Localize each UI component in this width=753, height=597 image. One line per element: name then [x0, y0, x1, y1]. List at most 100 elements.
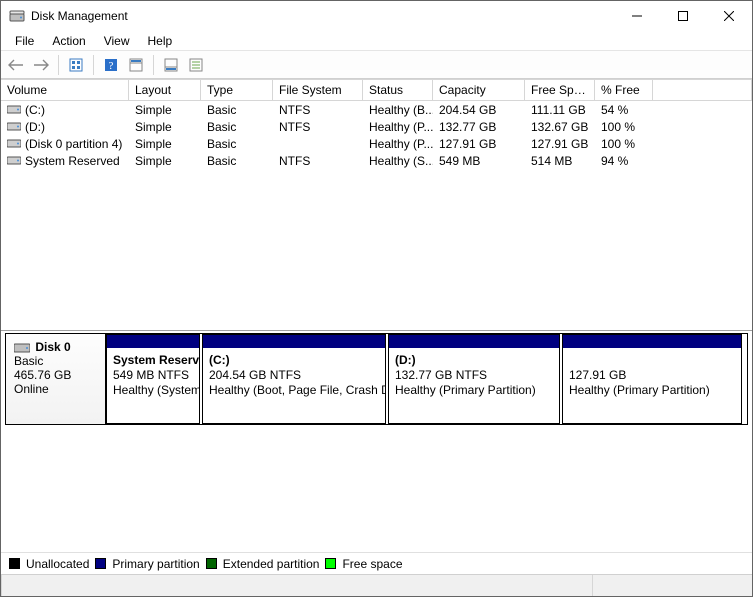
drive-icon — [7, 104, 21, 115]
maximize-button[interactable] — [660, 1, 706, 31]
volume-name: (D:) — [25, 120, 45, 134]
disk-status: Online — [14, 382, 97, 396]
volume-type: Basic — [201, 103, 273, 117]
title-bar: Disk Management — [1, 1, 752, 31]
col-pctfree[interactable]: % Free — [595, 79, 653, 100]
toolbar-separator — [58, 55, 59, 75]
menu-file[interactable]: File — [7, 32, 42, 50]
toolbar: ? — [1, 51, 752, 79]
drive-icon — [7, 121, 21, 132]
volume-type: Basic — [201, 137, 273, 151]
volume-row[interactable]: (D:) SimpleBasicNTFSHealthy (P...132.77 G… — [1, 118, 752, 135]
help-button[interactable]: ? — [100, 54, 122, 76]
volume-row[interactable]: (C:)SimpleBasicNTFSHealthy (B...204.54 G… — [1, 101, 752, 118]
legend-unallocated-label: Unallocated — [26, 557, 89, 571]
disk-type: Basic — [14, 354, 97, 368]
partition-status: Healthy (Boot, Page File, Crash Dump — [209, 383, 379, 398]
col-capacity[interactable]: Capacity — [433, 79, 525, 100]
partition-bar — [203, 335, 385, 348]
disk-icon — [14, 342, 30, 354]
properties-button[interactable] — [185, 54, 207, 76]
partition[interactable]: (D:)132.77 GB NTFSHealthy (Primary Parti… — [388, 334, 560, 424]
volume-free: 514 MB — [525, 154, 595, 168]
partition-status: Healthy (System — [113, 383, 193, 398]
drive-icon — [7, 155, 21, 166]
settings-bottom-button[interactable] — [160, 54, 182, 76]
disk-label: Disk 0 — [35, 340, 70, 354]
legend: Unallocated Primary partition Extended p… — [1, 552, 752, 574]
status-bar — [1, 574, 752, 596]
volume-name: System Reserved — [25, 154, 120, 168]
col-blank[interactable] — [653, 79, 752, 100]
menu-action[interactable]: Action — [44, 32, 93, 50]
volume-row[interactable]: (Disk 0 partition 4) SimpleBasic Healthy (… — [1, 135, 752, 152]
forward-button[interactable] — [30, 54, 52, 76]
col-status[interactable]: Status — [363, 79, 433, 100]
partition-name: System Reserved — [113, 353, 193, 368]
col-layout[interactable]: Layout — [129, 79, 201, 100]
legend-freespace-swatch — [325, 558, 336, 569]
partition-size: 549 MB NTFS — [113, 368, 193, 383]
volume-free: 127.91 GB — [525, 137, 595, 151]
settings-top-button[interactable] — [125, 54, 147, 76]
volume-row[interactable]: System ReservedSimpleBasicNTFSHealthy (S… — [1, 152, 752, 169]
disk-info: Disk 0 Basic 465.76 GB Online — [6, 334, 106, 424]
volume-layout: Simple — [129, 103, 201, 117]
volume-pct: 54 % — [595, 103, 653, 117]
menu-help[interactable]: Help — [140, 32, 181, 50]
volume-layout: Simple — [129, 137, 201, 151]
volume-pct: 100 % — [595, 137, 653, 151]
volume-type: Basic — [201, 120, 273, 134]
volume-fs: NTFS — [273, 154, 363, 168]
volume-capacity: 204.54 GB — [433, 103, 525, 117]
partitions-container: System Reserved549 MB NTFSHealthy (Syste… — [106, 334, 747, 424]
volume-status: Healthy (P... — [363, 120, 433, 134]
volume-fs: NTFS — [273, 120, 363, 134]
volume-capacity: 127.91 GB — [433, 137, 525, 151]
col-type[interactable]: Type — [201, 79, 273, 100]
disk-row[interactable]: Disk 0 Basic 465.76 GB Online System Res… — [5, 333, 748, 425]
partition[interactable]: (C:)204.54 GB NTFSHealthy (Boot, Page Fi… — [202, 334, 386, 424]
toolbar-separator — [153, 55, 154, 75]
volume-name: (C:) — [25, 103, 45, 117]
legend-primary-label: Primary partition — [112, 557, 199, 571]
volume-name: (Disk 0 partition 4) — [25, 137, 122, 151]
partition[interactable]: 127.91 GBHealthy (Primary Partition) — [562, 334, 742, 424]
status-cell — [1, 575, 592, 596]
volume-status: Healthy (P... — [363, 137, 433, 151]
volume-list-header: Volume Layout Type File System Status Ca… — [1, 79, 752, 101]
disk-graphic-pane: Disk 0 Basic 465.76 GB Online System Res… — [1, 331, 752, 574]
disk-pane-empty — [1, 431, 752, 552]
menu-view[interactable]: View — [96, 32, 138, 50]
volume-list-pane: Volume Layout Type File System Status Ca… — [1, 79, 752, 331]
col-filesystem[interactable]: File System — [273, 79, 363, 100]
volume-layout: Simple — [129, 120, 201, 134]
volume-free: 111.11 GB — [525, 103, 595, 117]
close-button[interactable] — [706, 1, 752, 31]
window-title: Disk Management — [31, 9, 128, 23]
volume-free: 132.67 GB — [525, 120, 595, 134]
partition-size: 132.77 GB NTFS — [395, 368, 553, 383]
volume-status: Healthy (S... — [363, 154, 433, 168]
volume-status: Healthy (B... — [363, 103, 433, 117]
legend-freespace-label: Free space — [342, 557, 402, 571]
partition-bar — [563, 335, 741, 348]
volume-list-body: (C:)SimpleBasicNTFSHealthy (B...204.54 G… — [1, 101, 752, 330]
disk-size: 465.76 GB — [14, 368, 97, 382]
menu-bar: File Action View Help — [1, 31, 752, 51]
refresh-button[interactable] — [65, 54, 87, 76]
volume-capacity: 132.77 GB — [433, 120, 525, 134]
back-button[interactable] — [5, 54, 27, 76]
partition-name: (C:) — [209, 353, 379, 368]
partition-size: 204.54 GB NTFS — [209, 368, 379, 383]
partition-bar — [389, 335, 559, 348]
minimize-button[interactable] — [614, 1, 660, 31]
col-freespace[interactable]: Free Spa... — [525, 79, 595, 100]
partition-status: Healthy (Primary Partition) — [569, 383, 735, 398]
volume-type: Basic — [201, 154, 273, 168]
svg-text:?: ? — [109, 60, 114, 72]
partition[interactable]: System Reserved549 MB NTFSHealthy (Syste… — [106, 334, 200, 424]
col-volume[interactable]: Volume — [1, 79, 129, 100]
volume-pct: 100 % — [595, 120, 653, 134]
partition-size: 127.91 GB — [569, 368, 735, 383]
